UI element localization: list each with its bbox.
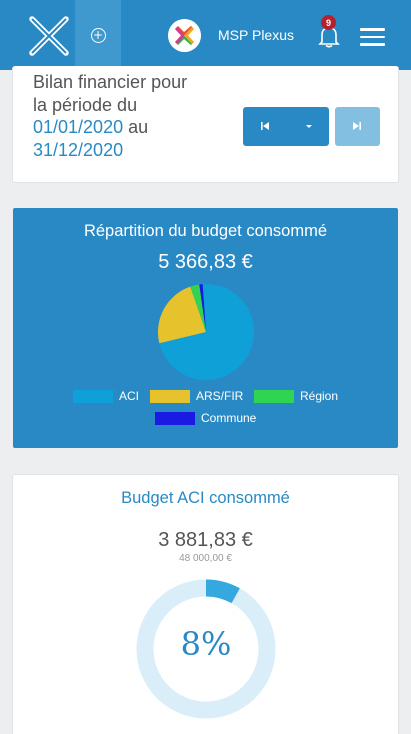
budget-distribution-card: Répartition du budget consommé 5 366,83 … — [13, 208, 398, 448]
legend-item-aci[interactable]: ACI — [73, 390, 153, 403]
aci-budget-card: Budget ACI consommé 3 881,83 € 48 000,00… — [12, 474, 399, 734]
legend-item-region[interactable]: Région — [254, 390, 344, 403]
period-nav-group — [243, 107, 329, 146]
org-name[interactable]: MSP Plexus — [218, 27, 294, 43]
period-line1: Bilan financier pour — [33, 72, 188, 92]
top-bar: + MSP Plexus 9 — [0, 0, 411, 70]
period-description: Bilan financier pour la période du 01/01… — [33, 71, 238, 161]
budget-total: 5 366,83 € — [158, 251, 253, 273]
budget-pie-chart — [158, 284, 254, 380]
msp-avatar[interactable] — [168, 19, 201, 52]
aci-amount: 3 881,83 € — [158, 529, 253, 551]
legend-label-ars: ARS/FIR — [196, 389, 244, 403]
hamburger-menu-icon[interactable] — [360, 28, 385, 46]
legend-label-aci: ACI — [119, 389, 140, 403]
legend-swatch-commune — [155, 412, 195, 425]
period-line2: la période du — [33, 94, 138, 115]
notification-badge: 9 — [321, 15, 336, 30]
caret-down-icon[interactable] — [306, 125, 312, 128]
legend-swatch-aci — [73, 390, 113, 403]
period-connector: au — [128, 117, 149, 137]
skip-first-icon[interactable] — [260, 120, 270, 132]
plexus-x-logo[interactable] — [26, 13, 72, 59]
legend-swatch-region — [254, 390, 294, 403]
skip-last-icon — [353, 122, 361, 130]
aci-title: Budget ACI consommé — [121, 489, 290, 507]
add-button[interactable]: + — [75, 0, 121, 70]
legend-item-commune[interactable]: Commune — [155, 412, 265, 425]
legend-swatch-ars — [150, 390, 190, 403]
gauge-fill — [205, 579, 240, 604]
aci-percent: 8% — [180, 625, 232, 663]
budget-title: Répartition du budget consommé — [83, 222, 328, 240]
skip-last-button[interactable] — [335, 107, 380, 146]
start-date[interactable]: 01/01/2020 — [33, 117, 123, 137]
period-card: Bilan financier pour la période du 01/01… — [12, 66, 399, 183]
aci-max: 48 000,00 € — [179, 553, 232, 564]
legend-item-ars[interactable]: ARS/FIR — [150, 390, 250, 403]
end-date[interactable]: 31/12/2020 — [33, 140, 123, 160]
legend-label-commune: Commune — [201, 411, 257, 425]
legend-label-region: Région — [300, 389, 339, 403]
plus-circle-icon: + — [90, 27, 106, 43]
